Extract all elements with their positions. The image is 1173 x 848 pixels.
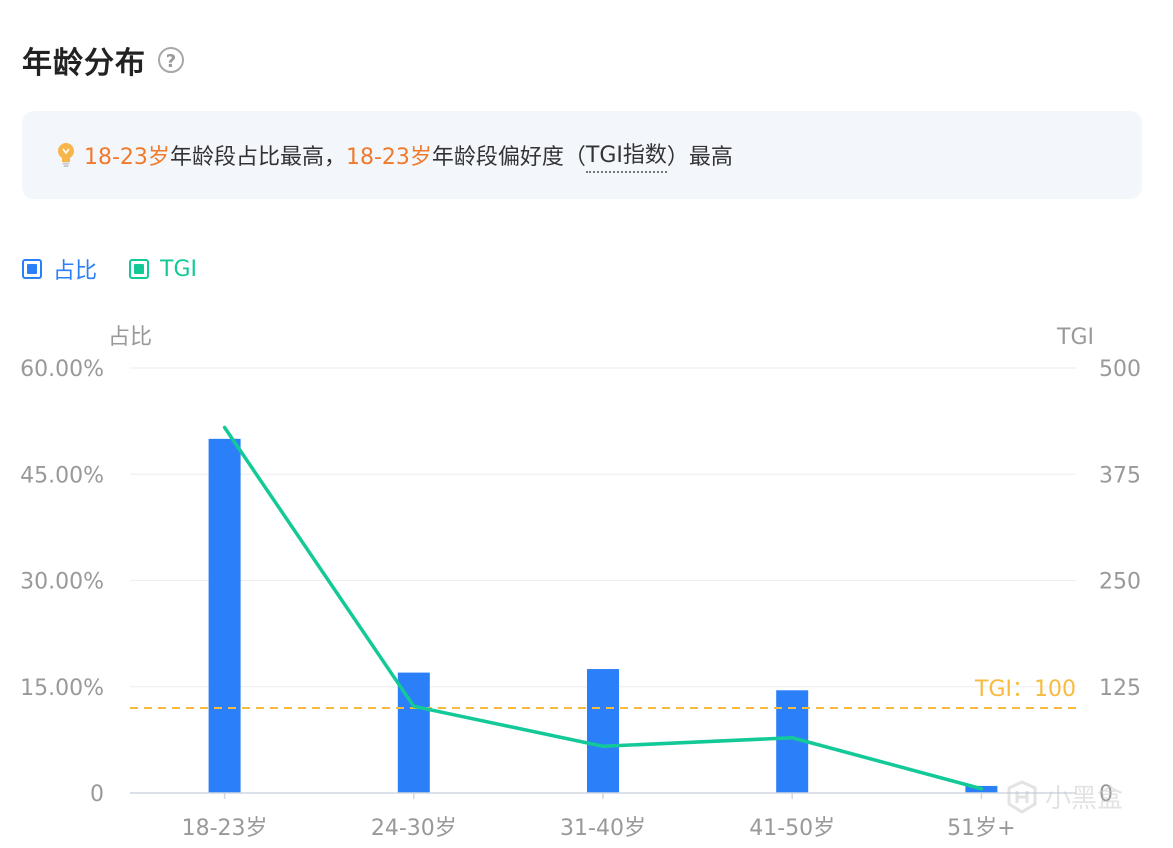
right-axis-tick-label: 125 xyxy=(1099,676,1141,701)
tgi-index-term[interactable]: TGI指数 xyxy=(585,137,667,173)
heybox-logo-icon xyxy=(1007,779,1037,814)
insight-box: 18-23岁 年龄段占比最高， 18-23岁 年龄段偏好度（ TGI指数 ）最高 xyxy=(22,111,1142,199)
left-axis-tick-label: 0 xyxy=(90,782,104,807)
right-axis-tick-label: 500 xyxy=(1099,357,1141,382)
chart-legend: 占比 TGI xyxy=(22,253,229,285)
left-axis-tick-label: 60.00% xyxy=(20,357,104,382)
x-axis-tick-label: 51岁+ xyxy=(947,816,1015,841)
legend-item-tgi[interactable]: TGI xyxy=(129,257,197,282)
insight-text: ）最高 xyxy=(666,145,733,170)
title-row: 年龄分布 ? xyxy=(22,38,184,82)
right-axis-tick-label: 250 xyxy=(1099,570,1141,595)
insight-text: 年龄段占比最高， xyxy=(169,145,346,170)
x-axis-tick-label: 24-30岁 xyxy=(371,816,457,841)
x-axis-tick-label: 18-23岁 xyxy=(182,816,268,841)
question-circle-icon[interactable]: ? xyxy=(158,47,184,73)
left-axis-tick-label: 45.00% xyxy=(20,463,104,488)
legend-swatch-share xyxy=(22,259,42,279)
insight-highlight-age-tgi: 18-23岁 xyxy=(345,145,432,170)
insight-text: 年龄段偏好度（ xyxy=(431,145,586,170)
x-axis-tick-label: 41-50岁 xyxy=(749,816,835,841)
insight-highlight-age: 18-23岁 xyxy=(84,145,170,170)
bar-2 xyxy=(587,669,619,793)
left-axis-title: 占比 xyxy=(108,325,152,350)
legend-label-share: 占比 xyxy=(53,259,98,284)
left-axis-tick-label: 30.00% xyxy=(20,570,104,595)
legend-swatch-tgi xyxy=(129,259,150,279)
tgi-reference-label: TGI：100 xyxy=(974,677,1076,702)
legend-label-tgi: TGI xyxy=(160,256,197,282)
bar-0 xyxy=(208,438,241,793)
page-title: 年龄分布 xyxy=(22,46,146,81)
watermark-text: 小黑盒 xyxy=(1045,784,1124,814)
left-axis-tick-label: 15.00% xyxy=(20,676,104,701)
age-distribution-chart: 015.00%30.00%45.00%60.00%0125250375500占比… xyxy=(20,325,1141,841)
lightbulb-icon xyxy=(58,143,74,167)
right-axis-tick-label: 375 xyxy=(1099,463,1141,488)
legend-item-share[interactable]: 占比 xyxy=(22,253,97,285)
x-axis-tick-label: 31-40岁 xyxy=(560,816,646,841)
right-axis-title: TGI xyxy=(1056,325,1094,350)
watermark: 小黑盒 xyxy=(1005,778,1123,815)
